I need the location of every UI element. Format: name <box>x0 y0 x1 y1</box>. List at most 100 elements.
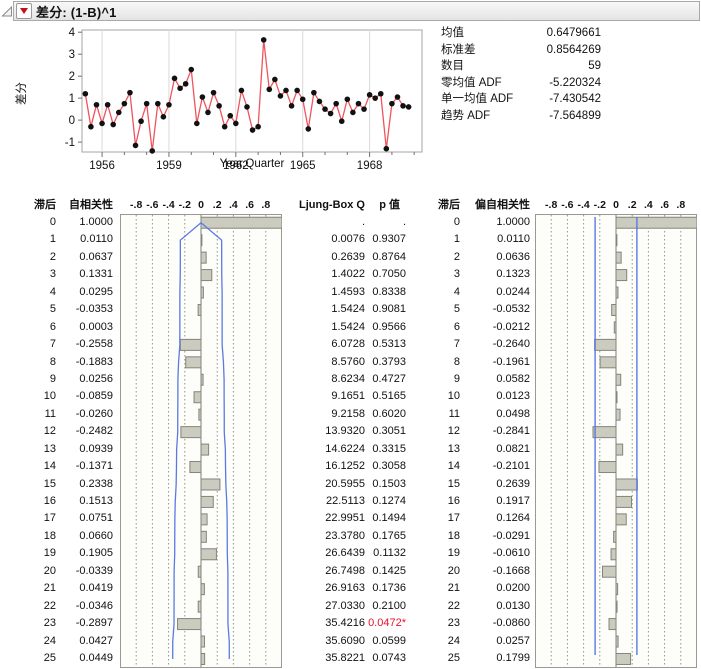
lag-cell: 3 <box>420 266 460 283</box>
stat-label: 趋势 ADF <box>441 108 490 125</box>
p-cell: 0.1132 <box>352 545 406 562</box>
axis-tick-label: .4 <box>644 198 653 213</box>
acf-cell: 0.2338 <box>50 476 113 493</box>
stat-label: 零均值 ADF <box>441 75 502 92</box>
data-point <box>356 101 362 107</box>
acf-cell: 0.1331 <box>50 266 113 283</box>
lag-cell: 23 <box>420 615 460 632</box>
lag-cell: 11 <box>420 406 460 423</box>
pacf-bar <box>616 601 617 612</box>
p-cell: 0.2100 <box>352 598 406 615</box>
pacf-cell: 0.0821 <box>467 441 530 458</box>
data-point <box>289 103 295 109</box>
pacf-bar <box>614 531 616 542</box>
data-point <box>406 104 412 110</box>
data-point <box>283 88 289 94</box>
data-point <box>188 67 194 73</box>
stat-label: 数目 <box>441 58 464 75</box>
p-cell: . <box>352 214 406 231</box>
acf-bar <box>186 357 201 368</box>
p-cell: 0.8764 <box>352 249 406 266</box>
svg-text:2: 2 <box>69 71 75 83</box>
p-cell: 0.9566 <box>352 319 406 336</box>
lag-cell: 5 <box>420 301 460 318</box>
lag-cell: 1 <box>420 231 460 248</box>
pacf-bar <box>611 549 616 560</box>
p-cell: 0.3058 <box>352 458 406 475</box>
pacf-bar <box>593 427 616 438</box>
pacf-cell: -0.2841 <box>467 423 530 440</box>
pacf-bar <box>595 339 616 350</box>
acf-bar <box>201 514 207 525</box>
pacf-bar <box>609 619 616 630</box>
pacf-cell: 0.1917 <box>467 493 530 510</box>
acf-bar <box>201 636 204 647</box>
pacf-bar-chart <box>535 214 697 668</box>
data-point <box>183 81 189 87</box>
acf-cell: -0.0859 <box>50 388 113 405</box>
stat-label: 均值 <box>441 25 464 42</box>
data-point <box>305 126 311 132</box>
stat-row: 数目59 <box>441 58 601 75</box>
pacf-cell: -0.0532 <box>467 301 530 318</box>
acf-cell: -0.0353 <box>50 301 113 318</box>
acf-bar <box>201 531 206 542</box>
red-triangle-menu-button[interactable] <box>16 3 32 19</box>
acf-bar <box>201 444 209 455</box>
svg-text:3: 3 <box>69 49 75 61</box>
acf-cell: -0.0346 <box>50 598 113 615</box>
svg-text:4: 4 <box>69 27 76 39</box>
pacf-bar <box>599 462 616 473</box>
pacf-cell: -0.0291 <box>467 528 530 545</box>
acf-cell: -0.2482 <box>50 423 113 440</box>
axis-tick-label: -.4 <box>162 198 174 213</box>
stat-label: 标准差 <box>441 42 476 59</box>
axis-tick-label: .2 <box>213 198 222 213</box>
acf-value-column: 1.00000.01100.06370.13310.0295-0.03530.0… <box>50 214 113 667</box>
pacf-lag-header: 滞后 <box>420 198 460 213</box>
acf-cell: 0.0419 <box>50 580 113 597</box>
data-point <box>294 88 300 94</box>
pacf-bar <box>602 566 616 577</box>
pacf-bar <box>616 584 618 595</box>
lag-cell: 8 <box>420 354 460 371</box>
pacf-cell: -0.2640 <box>467 336 530 353</box>
p-cell: 0.9307 <box>352 231 406 248</box>
p-cell: 0.1765 <box>352 528 406 545</box>
data-point <box>278 93 284 99</box>
lag-cell: 0 <box>420 214 460 231</box>
p-cell: 0.3315 <box>352 441 406 458</box>
axis-tick-label: .4 <box>229 198 238 213</box>
acf-bar <box>201 496 213 507</box>
pacf-cell: 0.0582 <box>467 371 530 388</box>
pacf-cell: 0.0130 <box>467 598 530 615</box>
outline-disclosure-icon[interactable] <box>1 4 13 18</box>
pacf-cell: -0.1961 <box>467 354 530 371</box>
acf-bar <box>201 252 206 263</box>
pacf-cell: -0.0610 <box>467 545 530 562</box>
p-cell: 0.6020 <box>352 406 406 423</box>
report-title-bar[interactable]: 差分: (1-B)^1 <box>13 1 700 21</box>
lag-cell: 18 <box>420 528 460 545</box>
p-cell: 0.0599 <box>352 633 406 650</box>
lag-cell: 19 <box>420 545 460 562</box>
lag-cell: 20 <box>420 563 460 580</box>
p-cell: 0.9081 <box>352 301 406 318</box>
timeseries-plot: 43210-119561959196219651968 <box>0 22 440 198</box>
acf-bar <box>201 653 205 664</box>
pacf-cell: 0.0498 <box>467 406 530 423</box>
pacf-cell: 0.1799 <box>467 650 530 667</box>
acf-scale-header: -.8-.6-.4-.20.2.4.6.8 <box>120 198 282 213</box>
pacf-bar <box>616 496 632 507</box>
pacf-cell: -0.2101 <box>467 458 530 475</box>
axis-tick-label: -.6 <box>146 198 158 213</box>
lag-cell: 12 <box>420 423 460 440</box>
axis-tick-label: .6 <box>660 198 669 213</box>
acf-cell: 0.0660 <box>50 528 113 545</box>
data-point <box>177 85 183 91</box>
acf-bar <box>201 374 203 385</box>
pacf-cell: 0.1264 <box>467 510 530 527</box>
data-point <box>122 101 128 107</box>
axis-tick-label: -.4 <box>577 198 589 213</box>
data-point <box>172 76 178 82</box>
